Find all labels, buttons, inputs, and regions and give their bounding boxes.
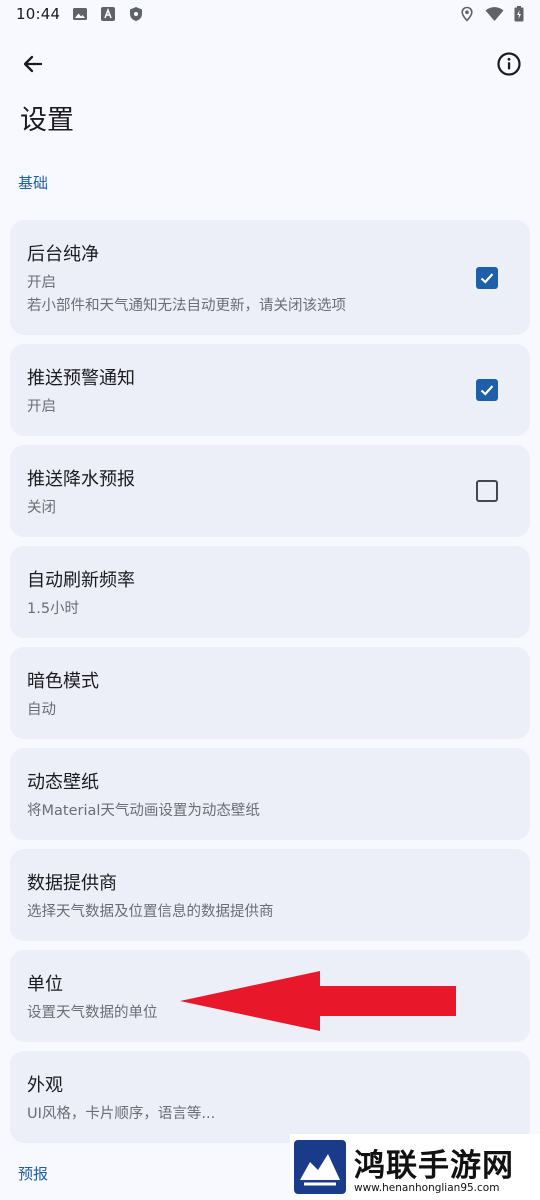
setting-subtitle: 1.5小时 (27, 601, 80, 617)
font-a-icon (101, 6, 116, 21)
back-button[interactable] (14, 45, 52, 83)
setting-title: 推送预警通知 (27, 368, 135, 389)
setting-item-background-clean[interactable]: 后台纯净 开启 若小部件和天气通知无法自动更新，请关闭该选项 (10, 220, 530, 335)
setting-subtitle: 开启 (27, 399, 56, 415)
setting-subtitle: 选择天气数据及位置信息的数据提供商 (27, 904, 274, 920)
arrow-left-icon (23, 55, 43, 73)
checkbox-checked[interactable] (476, 267, 498, 289)
checkbox-checked[interactable] (476, 379, 498, 401)
info-button[interactable] (490, 45, 528, 83)
battery-icon (514, 5, 524, 21)
status-bar: 10:44 (0, 0, 540, 27)
setting-title: 后台纯净 (27, 244, 99, 265)
watermark-name: 鸿联手游网 (354, 1148, 514, 1184)
toolbar (0, 40, 540, 88)
location-icon (461, 6, 473, 22)
setting-title: 外观 (27, 1075, 63, 1096)
setting-description: 若小部件和天气通知无法自动更新，请关闭该选项 (27, 298, 346, 314)
setting-item-alert-notification[interactable]: 推送预警通知 开启 (10, 344, 530, 436)
section-title-basic: 基础 (18, 174, 49, 192)
setting-subtitle: 自动 (27, 702, 56, 718)
setting-title: 动态壁纸 (27, 772, 99, 793)
setting-subtitle: 将Material天气动画设置为动态壁纸 (27, 803, 260, 819)
status-time: 10:44 (16, 4, 61, 23)
setting-subtitle: UI风格，卡片顺序，语言等... (27, 1106, 216, 1122)
setting-item-data-provider[interactable]: 数据提供商 选择天气数据及位置信息的数据提供商 (10, 849, 530, 941)
setting-title: 自动刷新频率 (27, 570, 135, 591)
setting-title: 暗色模式 (27, 671, 99, 692)
watermark-logo-icon (294, 1140, 346, 1194)
setting-title: 数据提供商 (27, 873, 117, 894)
setting-subtitle: 关闭 (27, 500, 56, 516)
setting-item-refresh-rate[interactable]: 自动刷新频率 1.5小时 (10, 546, 530, 638)
image-icon (73, 7, 88, 20)
setting-item-live-wallpaper[interactable]: 动态壁纸 将Material天气动画设置为动态壁纸 (10, 748, 530, 840)
setting-item-precipitation-forecast[interactable]: 推送降水预报 关闭 (10, 445, 530, 537)
setting-title: 推送降水预报 (27, 469, 135, 490)
setting-subtitle: 开启 (27, 275, 56, 291)
info-circle-icon (497, 52, 521, 76)
setting-item-appearance[interactable]: 外观 UI风格，卡片顺序，语言等... (10, 1051, 530, 1143)
setting-title: 单位 (27, 974, 63, 995)
shield-icon (130, 6, 143, 21)
checkbox-unchecked[interactable] (476, 480, 498, 502)
setting-item-dark-mode[interactable]: 暗色模式 自动 (10, 647, 530, 739)
watermark: 鸿联手游网 www.henanhonglian95.com (290, 1134, 540, 1200)
watermark-url: www.henanhonglian95.com (354, 1182, 500, 1194)
annotation-arrow-icon (180, 971, 456, 1031)
check-icon (480, 385, 494, 396)
wifi-icon (485, 6, 504, 21)
check-icon (480, 273, 494, 284)
page-title: 设置 (20, 105, 74, 136)
section-title-forecast: 预报 (18, 1165, 49, 1183)
setting-subtitle: 设置天气数据的单位 (27, 1005, 158, 1021)
